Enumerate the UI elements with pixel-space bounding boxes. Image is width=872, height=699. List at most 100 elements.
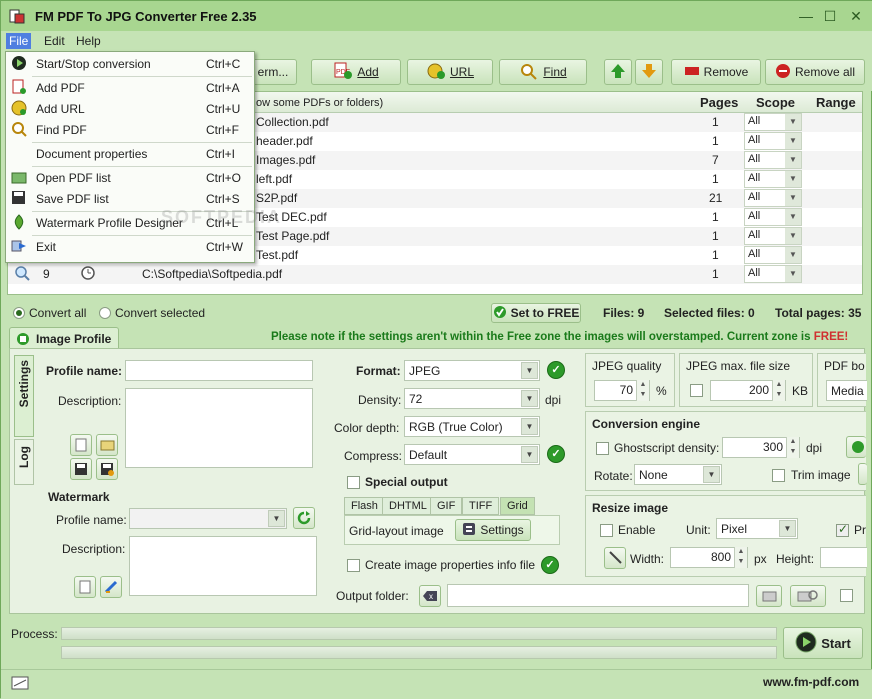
- format-select[interactable]: JPEG ▼: [404, 360, 540, 381]
- refresh-icon: [297, 511, 311, 528]
- description-textarea[interactable]: [125, 388, 313, 468]
- new-profile-button[interactable]: [70, 434, 92, 456]
- pdf-box-select[interactable]: Media: [826, 380, 867, 401]
- chevron-down-icon: ▼: [785, 209, 801, 225]
- density-select[interactable]: 72 ▼: [404, 388, 540, 409]
- move-down-button[interactable]: [635, 59, 663, 85]
- menu-item-document-properties[interactable]: Document properties Ctrl+I: [6, 143, 254, 164]
- find-folder-button[interactable]: [790, 585, 826, 607]
- col-range[interactable]: Range: [816, 95, 856, 110]
- remove-button-label: Remove: [703, 65, 749, 79]
- url-button[interactable]: URL: [407, 59, 493, 85]
- menu-item-open-pdf-list[interactable]: Open PDF list Ctrl+O: [6, 167, 254, 188]
- menu-help[interactable]: Help: [73, 33, 104, 49]
- preview-icon[interactable]: [14, 265, 30, 284]
- trim-image-checkbox[interactable]: [772, 469, 785, 482]
- quality-spinner[interactable]: ▲ ▼: [636, 380, 649, 401]
- new-watermark-button[interactable]: [74, 576, 96, 598]
- info-file-checkbox[interactable]: [347, 559, 360, 572]
- save-as-profile-button[interactable]: [96, 458, 118, 480]
- wm-description-textarea[interactable]: [129, 536, 317, 596]
- tab-settings[interactable]: Settings: [14, 355, 34, 437]
- output-option-checkbox[interactable]: [840, 589, 853, 602]
- proportional-checkbox[interactable]: ✓: [836, 522, 849, 537]
- remove-button[interactable]: Remove: [671, 59, 761, 85]
- gs-density-spinner[interactable]: ▲ ▼: [786, 437, 799, 458]
- browse-folder-button[interactable]: [756, 585, 782, 607]
- width-spinner[interactable]: ▲ ▼: [734, 547, 747, 568]
- start-button[interactable]: Start: [783, 627, 863, 659]
- jpeg-max-size-checkbox[interactable]: [690, 384, 703, 397]
- add-button[interactable]: PDF Add: [311, 59, 401, 85]
- col-scope[interactable]: Scope: [756, 95, 795, 110]
- close-icon[interactable]: ✕: [847, 7, 865, 25]
- scope-select[interactable]: All ▼: [744, 208, 802, 226]
- open-profile-button[interactable]: [96, 434, 118, 456]
- resize-enable-checkbox[interactable]: [600, 524, 613, 537]
- scope-select[interactable]: All ▼: [744, 246, 802, 264]
- scope-select[interactable]: All ▼: [744, 151, 802, 169]
- tab-grid[interactable]: Grid: [500, 497, 535, 515]
- chevron-down-icon: ▼: [785, 228, 801, 244]
- set-to-free-button[interactable]: Set to FREE: [491, 303, 581, 323]
- col-pages[interactable]: Pages: [700, 95, 738, 110]
- play-icon: [11, 55, 27, 71]
- tab-log[interactable]: Log: [14, 439, 34, 485]
- menu-edit[interactable]: Edit: [41, 33, 68, 49]
- width-unit: px: [754, 552, 767, 566]
- scope-select[interactable]: All ▼: [744, 113, 802, 131]
- gs-density-checkbox[interactable]: [596, 442, 609, 455]
- special-output-checkbox[interactable]: [347, 476, 360, 489]
- tab-tiff[interactable]: TIFF: [462, 497, 500, 515]
- gs-ok-button[interactable]: [846, 436, 866, 458]
- rotate-select[interactable]: None ▼: [634, 464, 722, 485]
- compress-select[interactable]: Default ▼: [404, 444, 540, 465]
- tab-gif[interactable]: GIF: [430, 497, 463, 515]
- special-output-label: Special output: [365, 475, 448, 489]
- save-profile-button[interactable]: [70, 458, 92, 480]
- folder-icon: [762, 590, 777, 605]
- arrow-up-icon: [610, 63, 626, 82]
- menu-item-add-pdf[interactable]: Add PDF Ctrl+A: [6, 77, 254, 98]
- term-button[interactable]: erm...: [249, 59, 297, 85]
- convert-all-radio[interactable]: [13, 307, 25, 319]
- menu-item-exit[interactable]: Exit Ctrl+W: [6, 236, 254, 257]
- grid-settings-button[interactable]: Settings: [455, 519, 531, 541]
- find-button[interactable]: Find: [499, 59, 587, 85]
- scope-select[interactable]: All ▼: [744, 227, 802, 245]
- output-folder-input[interactable]: [447, 584, 749, 607]
- table-row[interactable]: 9 C:\Softpedia\Softpedia.pdf 1 All ▼: [8, 265, 862, 284]
- unit-select[interactable]: Pixel ▼: [716, 518, 798, 539]
- menu-item-add-url[interactable]: Add URL Ctrl+U: [6, 98, 254, 119]
- convert-selected-radio[interactable]: [99, 307, 111, 319]
- wm-profile-select[interactable]: ▼: [129, 508, 287, 529]
- website-link[interactable]: www.fm-pdf.com: [763, 675, 859, 689]
- app-icon: [9, 8, 25, 24]
- maximize-icon[interactable]: ☐: [821, 7, 839, 25]
- scope-select[interactable]: All ▼: [744, 265, 802, 283]
- refresh-watermark-button[interactable]: [293, 507, 315, 529]
- tab-dhtml[interactable]: DHTML: [382, 497, 434, 515]
- menu-item-find-pdf[interactable]: Find PDF Ctrl+F: [6, 119, 254, 140]
- tab-image-profile[interactable]: Image Profile: [9, 327, 119, 349]
- clear-output-button[interactable]: x: [419, 585, 441, 607]
- profile-name-input[interactable]: [125, 360, 313, 381]
- resize-lock-button[interactable]: [604, 547, 626, 569]
- process-label: Process:: [11, 627, 58, 641]
- menu-item-save-pdf-list[interactable]: Save PDF list Ctrl+S: [6, 188, 254, 209]
- remove-all-button[interactable]: Remove all: [765, 59, 865, 85]
- height-input[interactable]: [820, 547, 867, 568]
- description-label: Description:: [58, 394, 122, 408]
- minimize-icon[interactable]: —: [797, 7, 815, 25]
- menu-file[interactable]: File: [6, 33, 32, 49]
- scope-select[interactable]: All ▼: [744, 170, 802, 188]
- edit-watermark-button[interactable]: [100, 576, 122, 598]
- menu-item-start-stop[interactable]: Start/Stop conversion Ctrl+C: [6, 53, 254, 74]
- color-depth-select[interactable]: RGB (True Color) ▼: [404, 416, 540, 437]
- trim-option-button[interactable]: [858, 463, 867, 485]
- move-up-button[interactable]: [604, 59, 632, 85]
- max-size-spinner[interactable]: ▲ ▼: [772, 380, 785, 401]
- scope-select[interactable]: All ▼: [744, 132, 802, 150]
- tab-flash[interactable]: Flash: [344, 497, 385, 515]
- scope-select[interactable]: All ▼: [744, 189, 802, 207]
